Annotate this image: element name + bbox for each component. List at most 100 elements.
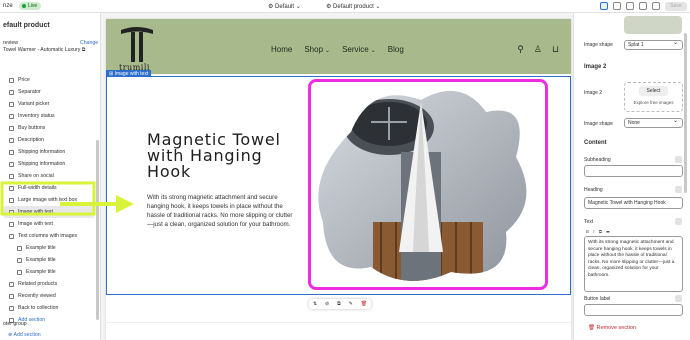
- sidebar-item-label: Back to collection: [18, 305, 59, 311]
- heading-label: Heading: [584, 187, 603, 193]
- preview-label: review: [3, 40, 18, 46]
- edit-icon[interactable]: ✎: [349, 301, 353, 307]
- dynamic-source-icon[interactable]: [675, 218, 682, 225]
- block-icon: [9, 161, 14, 167]
- delete-icon[interactable]: 🗑: [361, 301, 367, 307]
- more-icon[interactable]: [652, 2, 660, 10]
- footer-add-section[interactable]: ⊕ Add section: [8, 332, 41, 338]
- search-icon[interactable]: ⚲: [517, 44, 524, 55]
- section-heading: Magnetic Towel with Hanging Hook: [147, 130, 281, 181]
- sidebar-item-label: Price: [18, 77, 30, 83]
- image-shape-label: Image shape: [584, 42, 613, 48]
- desktop-icon[interactable]: [613, 2, 621, 10]
- rich-text-toolbar[interactable]: B I ⧉ ☰: [586, 229, 611, 234]
- block-icon: [9, 221, 14, 227]
- sidebar-item[interactable]: Text columns with images: [3, 230, 95, 242]
- product-image: [318, 90, 527, 281]
- mobile-icon[interactable]: [626, 2, 634, 10]
- sidebar-item[interactable]: Recently viewed: [3, 290, 95, 302]
- block-icon: [9, 113, 14, 119]
- image2-picker: Select Explore free images: [624, 82, 683, 112]
- right-settings-panel: Image shape Splat 1 Image 2 Image 2 Sele…: [573, 13, 690, 340]
- nav-service[interactable]: Service ⌄: [342, 45, 376, 54]
- block-icon: [9, 89, 14, 95]
- button-label-label: Button label: [584, 296, 611, 302]
- dynamic-source-icon[interactable]: [675, 186, 682, 193]
- sidebar-item[interactable]: Example title: [3, 266, 95, 278]
- block-icon: [9, 149, 14, 155]
- sidebar-item[interactable]: Price: [3, 74, 95, 86]
- preview-product-name: Towel Warmer - Automatic Luxury: [3, 47, 81, 53]
- image2-label: Image 2: [584, 90, 603, 96]
- change-link[interactable]: Change: [80, 40, 98, 46]
- block-icon: [9, 125, 14, 131]
- sidebar-item[interactable]: Variant picker: [3, 98, 95, 110]
- nav-blog[interactable]: Blog: [388, 45, 404, 54]
- save-button[interactable]: Save: [665, 2, 687, 11]
- view-toggles: [600, 2, 660, 10]
- sidebar-item[interactable]: Related products: [3, 278, 95, 290]
- sidebar-item-label: Related products: [18, 281, 58, 287]
- block-icon: [9, 101, 14, 107]
- block-icon: [9, 233, 14, 239]
- sidebar-item-label: Buy buttons: [18, 125, 46, 131]
- theme-selector[interactable]: ⚙ Default ⌄: [268, 3, 301, 10]
- dynamic-source-icon[interactable]: [675, 156, 682, 163]
- live-dot: [22, 3, 26, 8]
- sidebar-item[interactable]: Shipping information: [3, 158, 95, 170]
- sidebar-item-label: Inventory status: [18, 113, 55, 119]
- template-selector[interactable]: ⚙ Default product ⌄: [326, 3, 380, 10]
- sidebar-item[interactable]: Buy buttons: [3, 122, 95, 134]
- sidebar-item-label: Share on social: [18, 173, 54, 179]
- product-image-frame[interactable]: [308, 79, 548, 290]
- left-scrollbar[interactable]: [96, 140, 99, 320]
- theme-label: Default: [275, 4, 295, 10]
- duplicate-icon[interactable]: ⧉: [337, 301, 341, 307]
- text-field[interactable]: With its strong magnetic attachment and …: [584, 236, 683, 292]
- store-nav: Home Shop ⌄ Service ⌄ Blog: [271, 45, 404, 54]
- sidebar-item-label: Recently viewed: [18, 293, 56, 299]
- account-icon[interactable]: ♙: [534, 44, 542, 55]
- cart-icon[interactable]: ⊔: [552, 44, 559, 55]
- right-scrollbar[interactable]: [684, 33, 687, 193]
- nav-service-label: Service: [342, 45, 369, 54]
- block-icon: [9, 77, 14, 83]
- annotation-arrow: [0, 181, 134, 216]
- sidebar-item-label: Text columns with images: [18, 233, 78, 239]
- nav-home[interactable]: Home: [271, 45, 292, 54]
- dynamic-source-icon[interactable]: [675, 295, 682, 302]
- sidebar-item[interactable]: Inventory status: [3, 110, 95, 122]
- sidebar-item[interactable]: Back to collection: [3, 302, 95, 314]
- sidebar-item[interactable]: Example title: [3, 242, 95, 254]
- store-name: nze: [3, 3, 13, 9]
- image-thumbnail[interactable]: [624, 16, 682, 34]
- sidebar-item[interactable]: Description: [3, 134, 95, 146]
- nav-shop[interactable]: Shop ⌄: [304, 45, 330, 54]
- hide-icon[interactable]: ⊘: [325, 301, 329, 307]
- sidebar-item-label: Separator: [18, 89, 41, 95]
- fullscreen-icon[interactable]: [639, 2, 647, 10]
- image-with-text-section[interactable]: Magnetic Towel with Hanging Hook With it…: [106, 76, 571, 295]
- sidebar-item-label: Variant picker: [18, 101, 50, 107]
- image-shape-select[interactable]: Splat 1: [624, 39, 683, 50]
- remove-section-button[interactable]: 🗑 Remove section: [588, 325, 636, 331]
- subheading-field[interactable]: [584, 165, 683, 177]
- sidebar-item[interactable]: Separator: [3, 86, 95, 98]
- preview-canvas: trumili Home Shop ⌄ Service ⌄ Blog ⚲ ♙ ⊔ ⊞…: [106, 19, 571, 340]
- explore-images-link[interactable]: Explore free images: [625, 100, 682, 105]
- chevron-down-icon: ⌄: [370, 48, 376, 54]
- template-title: efault product: [3, 22, 50, 29]
- button-label-field[interactable]: [584, 304, 683, 316]
- nav-shop-label: Shop: [304, 45, 324, 54]
- image-shape2-select[interactable]: None: [624, 117, 683, 128]
- inspector-icon[interactable]: [600, 2, 608, 10]
- sidebar-item[interactable]: Example title: [3, 254, 95, 266]
- subheading-label: Subheading: [584, 157, 611, 163]
- select-image-button[interactable]: Select: [638, 86, 669, 96]
- footer-group: oter group: [3, 321, 27, 327]
- sidebar-item[interactable]: Shipping information: [3, 146, 95, 158]
- move-icon[interactable]: ⇅: [313, 301, 317, 307]
- image-shape2-label: Image shape: [584, 121, 613, 127]
- preview-product: Towel Warmer - Automatic Luxury ⧉: [3, 47, 86, 53]
- heading-field[interactable]: Magnetic Towel with Hanging Hook: [584, 197, 683, 209]
